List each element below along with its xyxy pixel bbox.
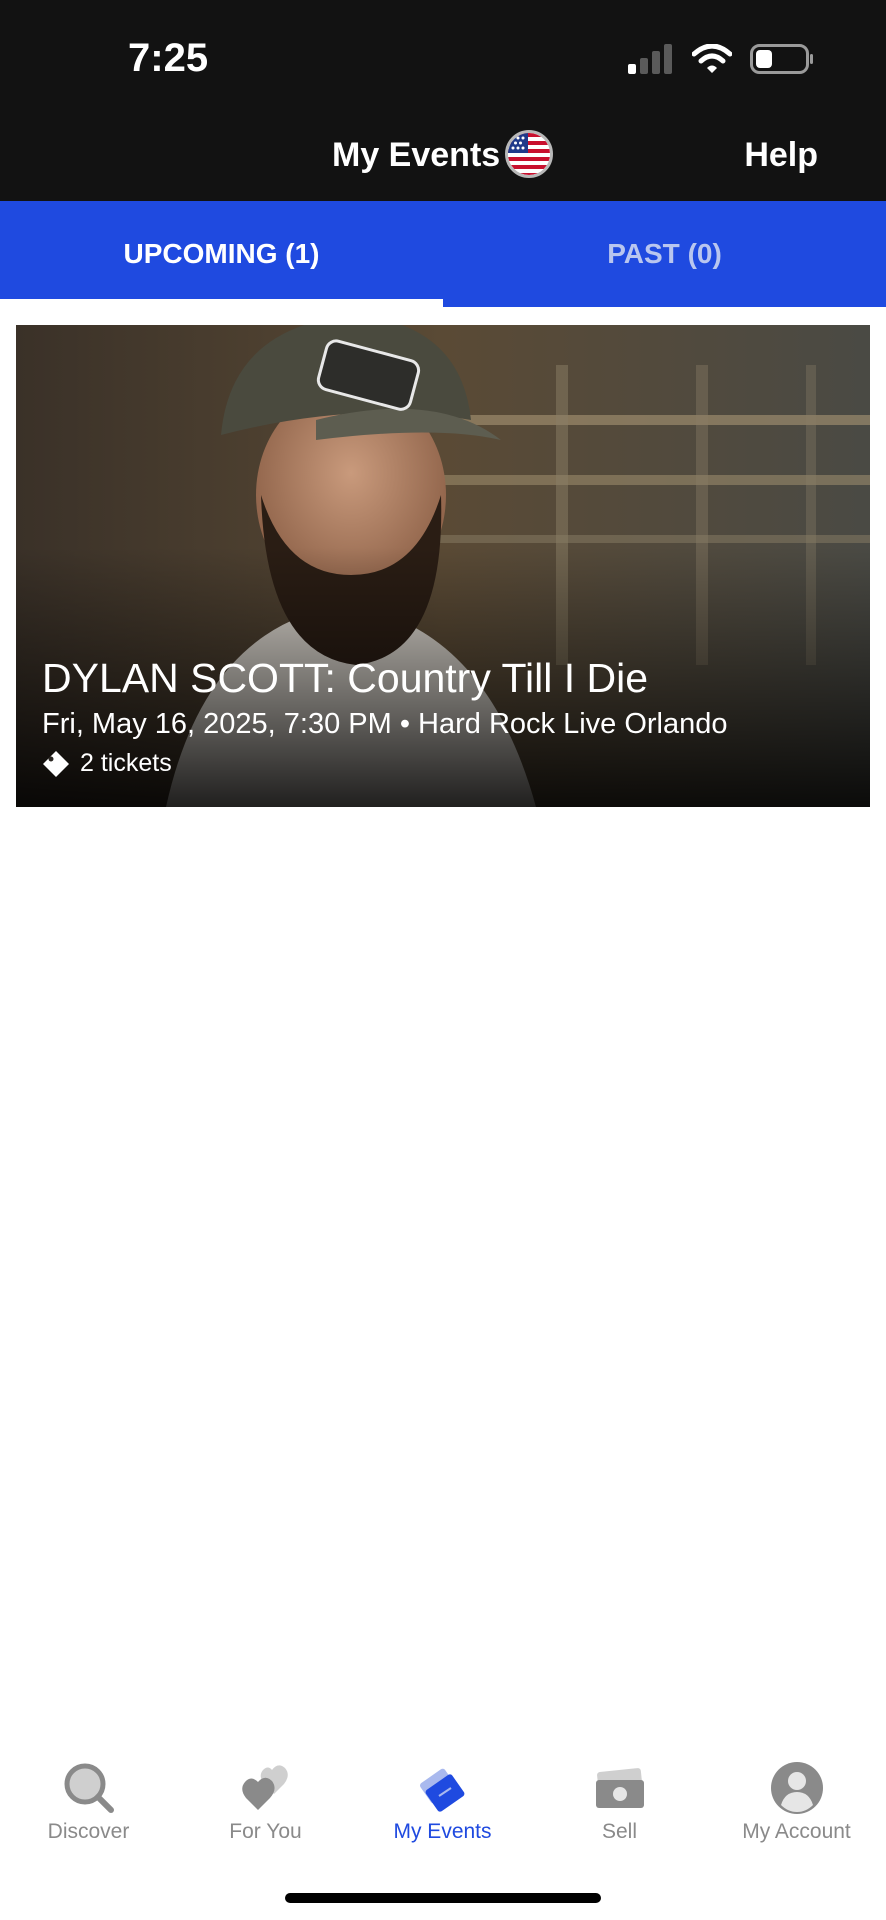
app-header: My Events Help	[0, 108, 886, 201]
ticket-icon	[43, 750, 69, 777]
wifi-icon	[692, 44, 732, 73]
event-ticket-count: 2 tickets	[42, 749, 172, 778]
us-flag-icon[interactable]	[505, 130, 553, 178]
nav-label: My Account	[742, 1820, 851, 1843]
tickets-icon	[419, 1768, 464, 1812]
nav-label: For You	[229, 1820, 302, 1843]
status-bar: 7:25	[0, 0, 886, 108]
nav-label: My Events	[393, 1820, 492, 1843]
events-tabs: UPCOMING (1) PAST (0)	[0, 201, 886, 307]
nav-sell[interactable]: Sell	[531, 1740, 708, 1850]
active-tab-indicator	[0, 299, 443, 307]
nav-label: Sell	[601, 1820, 638, 1843]
nav-my-account[interactable]: My Account	[708, 1740, 885, 1850]
tab-upcoming[interactable]: UPCOMING (1)	[0, 201, 443, 307]
home-indicator[interactable]	[285, 1893, 601, 1903]
battery-icon	[750, 44, 813, 74]
cash-icon	[595, 1768, 644, 1808]
nav-discover[interactable]: Discover	[0, 1740, 177, 1850]
event-date-venue: Fri, May 16, 2025, 7:30 PM • Hard Rock L…	[42, 708, 728, 740]
ticket-count-label: 2 tickets	[80, 749, 172, 777]
status-icons	[628, 44, 814, 74]
page-title: My Events	[332, 136, 501, 174]
help-button[interactable]: Help	[744, 136, 818, 175]
account-icon	[770, 1762, 823, 1814]
cellular-signal-icon	[628, 44, 672, 74]
tab-past[interactable]: PAST (0)	[443, 201, 886, 307]
nav-my-events[interactable]: My Events	[354, 1740, 531, 1850]
event-card[interactable]: DYLAN SCOTT: Country Till I Die Fri, May…	[16, 325, 870, 807]
bottom-nav: Discover For You My Events Sell My Accou…	[0, 1740, 886, 1850]
event-title: DYLAN SCOTT: Country Till I Die	[42, 655, 649, 701]
nav-for-you[interactable]: For You	[177, 1740, 354, 1850]
hearts-icon	[241, 1765, 288, 1810]
nav-label: Discover	[47, 1820, 130, 1843]
search-icon	[64, 1763, 114, 1813]
status-time: 7:25	[128, 36, 209, 80]
